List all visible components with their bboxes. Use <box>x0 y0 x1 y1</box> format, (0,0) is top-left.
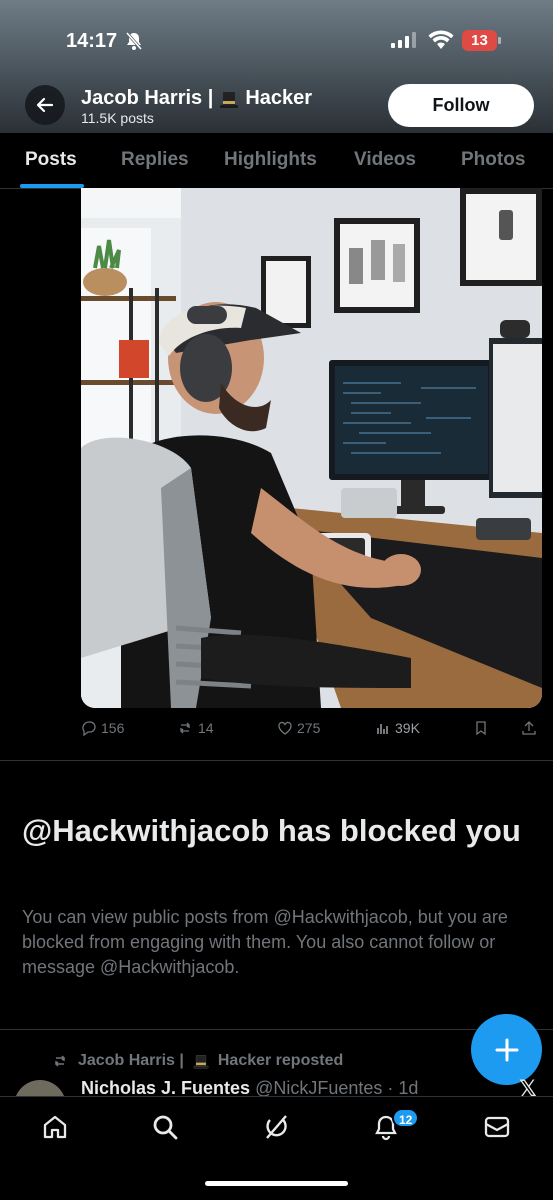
nav-search[interactable] <box>151 1113 181 1143</box>
divider <box>0 1029 553 1030</box>
signal-icon <box>391 32 416 48</box>
like-count: 275 <box>297 720 321 736</box>
bookmark-icon <box>476 721 486 736</box>
reply-action[interactable]: 156 <box>81 720 124 736</box>
repost-by-suffix: Hacker reposted <box>217 1052 344 1069</box>
nav-messages[interactable] <box>483 1113 513 1143</box>
share-action[interactable] <box>521 720 537 736</box>
top-hat-icon <box>220 91 239 108</box>
repost-icon <box>54 1055 66 1067</box>
repost-count: 14 <box>198 720 214 736</box>
post-image[interactable] <box>81 188 542 708</box>
follow-button[interactable]: Follow <box>388 84 534 127</box>
nav-home[interactable] <box>41 1113 71 1143</box>
repost-action[interactable]: 14 <box>178 720 214 736</box>
blocked-title: @Hackwithjacob has blocked you <box>22 813 521 848</box>
wifi-icon <box>428 30 454 49</box>
blocked-description: You can view public posts from @Hackwith… <box>22 907 508 977</box>
tab-highlights[interactable]: Highlights <box>224 149 317 171</box>
compose-button[interactable] <box>471 1014 542 1085</box>
battery-icon: 13 <box>462 30 502 51</box>
repost-indicator[interactable]: Jacob Harris | Hacker reposted <box>52 1052 343 1070</box>
messages-icon <box>484 1116 510 1138</box>
reply-count: 156 <box>101 720 125 736</box>
active-tab-indicator <box>20 184 84 188</box>
views-action[interactable]: 39K <box>375 720 420 736</box>
back-button[interactable] <box>25 85 65 125</box>
battery-level: 13 <box>471 32 488 49</box>
share-icon <box>522 721 536 735</box>
repost-icon <box>180 722 190 734</box>
plus-icon <box>495 1038 518 1061</box>
repost-by-name: Jacob Harris | <box>78 1052 184 1069</box>
bell-off-icon <box>125 32 143 50</box>
tab-replies[interactable]: Replies <box>121 149 189 171</box>
tab-videos[interactable]: Videos <box>354 149 416 171</box>
nav-grok[interactable] <box>262 1113 292 1143</box>
profile-tabs: Posts Replies Highlights Videos Photos <box>0 133 553 189</box>
views-icon <box>377 724 388 734</box>
search-icon <box>153 1115 178 1140</box>
author-handle: @NickJFuentes · 1d <box>255 1078 419 1098</box>
home-indicator[interactable] <box>205 1181 348 1186</box>
views-count: 39K <box>395 720 420 736</box>
reply-icon <box>82 721 96 736</box>
tab-posts[interactable]: Posts <box>25 149 77 171</box>
post-actions: 156 14 275 39K <box>81 718 542 742</box>
post-count: 11.5K posts <box>81 110 154 126</box>
top-hat-icon <box>193 1055 209 1069</box>
divider <box>0 760 553 761</box>
author-name: Nicholas J. Fuentes <box>81 1078 251 1098</box>
notification-badge: 12 <box>392 1108 420 1128</box>
profile-name-text: Jacob Harris | <box>81 87 214 109</box>
profile-header: 14:17 13 Jacob Harris | Hacker 11.5K pos… <box>0 0 553 133</box>
status-time: 14:17 <box>66 30 118 52</box>
bookmark-action[interactable] <box>473 720 489 736</box>
profile-name-suffix: Hacker <box>245 87 313 109</box>
grok-icon <box>266 1115 287 1139</box>
home-icon <box>43 1115 67 1139</box>
tab-photos[interactable]: Photos <box>461 149 525 171</box>
profile-name: Jacob Harris | Hacker <box>81 87 312 110</box>
like-action[interactable]: 275 <box>277 720 320 736</box>
arrow-left-icon <box>36 97 54 113</box>
heart-icon <box>278 721 292 735</box>
